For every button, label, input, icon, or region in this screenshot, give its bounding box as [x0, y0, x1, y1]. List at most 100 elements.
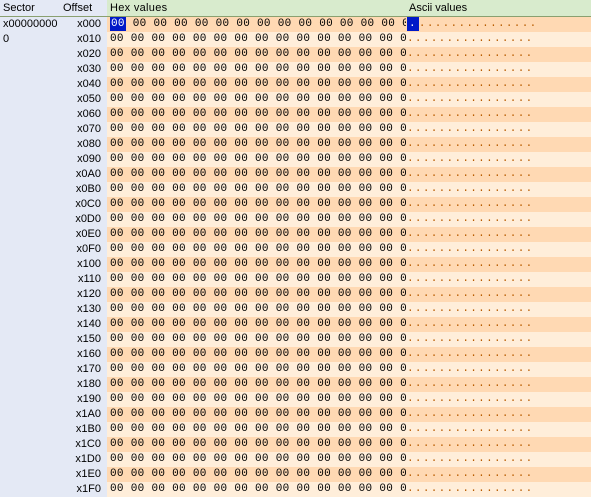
ascii-char[interactable]: .	[526, 258, 534, 270]
hex-byte[interactable]: 00	[131, 198, 145, 210]
ascii-char[interactable]: .	[415, 123, 423, 135]
hex-byte[interactable]: 00	[151, 378, 165, 390]
ascii-char[interactable]: .	[510, 123, 518, 135]
hex-byte[interactable]: 00	[338, 168, 352, 180]
hex-row[interactable]: x02000 00 00 00 00 00 00 00 00 00 00 00 …	[0, 47, 591, 62]
ascii-char[interactable]: .	[518, 438, 526, 450]
ascii-char[interactable]: .	[439, 33, 447, 45]
ascii-char[interactable]: .	[478, 108, 486, 120]
ascii-char[interactable]: .	[423, 288, 431, 300]
hex-cell[interactable]: 00 00 00 00 00 00 00 00 00 00 00 00 00 0…	[107, 62, 406, 77]
hex-byte[interactable]: 00	[359, 243, 373, 255]
hex-byte[interactable]: 00	[234, 33, 248, 45]
hex-byte[interactable]: 00	[338, 333, 352, 345]
hex-byte[interactable]: 00	[255, 453, 269, 465]
hex-byte[interactable]: 00	[255, 108, 269, 120]
hex-byte[interactable]: 00	[151, 363, 165, 375]
ascii-char[interactable]: .	[470, 213, 478, 225]
ascii-char[interactable]: .	[526, 168, 534, 180]
ascii-char[interactable]: .	[415, 138, 423, 150]
hex-byte[interactable]: 00	[338, 408, 352, 420]
ascii-char[interactable]: .	[478, 63, 486, 75]
ascii-char[interactable]: .	[470, 408, 478, 420]
ascii-cell[interactable]: ................	[406, 287, 591, 302]
hex-byte[interactable]: 00	[234, 483, 248, 495]
ascii-char[interactable]: .	[407, 48, 415, 60]
hex-byte[interactable]: 00	[379, 213, 393, 225]
hex-byte[interactable]: 00	[110, 273, 124, 285]
hex-byte[interactable]: 00	[276, 123, 290, 135]
ascii-char[interactable]: .	[502, 33, 510, 45]
hex-byte[interactable]: 00	[131, 93, 145, 105]
hex-cell[interactable]: 00 00 00 00 00 00 00 00 00 00 00 00 00 0…	[107, 347, 406, 362]
ascii-char[interactable]: .	[494, 468, 502, 480]
ascii-char[interactable]: .	[407, 378, 415, 390]
ascii-char[interactable]: .	[494, 198, 502, 210]
hex-byte[interactable]: 00	[255, 198, 269, 210]
hex-byte[interactable]: 00	[317, 78, 331, 90]
ascii-char[interactable]: .	[431, 363, 439, 375]
ascii-cell[interactable]: ................	[406, 452, 591, 467]
ascii-char[interactable]: .	[407, 33, 415, 45]
ascii-char[interactable]: .	[415, 423, 423, 435]
ascii-char[interactable]: .	[478, 438, 486, 450]
hex-byte[interactable]: 00	[379, 273, 393, 285]
hex-byte[interactable]: 00	[359, 483, 373, 495]
ascii-char[interactable]: .	[407, 17, 419, 31]
hex-byte[interactable]: 00	[131, 333, 145, 345]
hex-cell[interactable]: 00 00 00 00 00 00 00 00 00 00 00 00 00 0…	[107, 317, 406, 332]
hex-byte[interactable]: 00	[255, 363, 269, 375]
ascii-char[interactable]: .	[502, 123, 510, 135]
ascii-cell[interactable]: ................	[406, 167, 591, 182]
ascii-char[interactable]: .	[478, 258, 486, 270]
hex-byte[interactable]: 00	[214, 333, 228, 345]
ascii-char[interactable]: .	[470, 258, 478, 270]
ascii-char[interactable]: .	[431, 483, 439, 495]
ascii-char[interactable]: .	[407, 348, 415, 360]
hex-byte[interactable]: 00	[131, 228, 145, 240]
ascii-char[interactable]: .	[518, 108, 526, 120]
hex-byte[interactable]: 00	[317, 438, 331, 450]
hex-byte[interactable]: 00	[255, 63, 269, 75]
ascii-char[interactable]: .	[518, 48, 526, 60]
hex-byte[interactable]: 00	[151, 198, 165, 210]
hex-row[interactable]: x0A000 00 00 00 00 00 00 00 00 00 00 00 …	[0, 167, 591, 182]
hex-byte[interactable]: 00	[296, 78, 310, 90]
hex-byte[interactable]: 00	[276, 183, 290, 195]
hex-byte[interactable]: 00	[359, 288, 373, 300]
ascii-char[interactable]: .	[423, 108, 431, 120]
ascii-char[interactable]: .	[486, 393, 494, 405]
hex-byte[interactable]: 00	[276, 408, 290, 420]
ascii-char[interactable]: .	[494, 303, 502, 315]
hex-byte[interactable]: 00	[214, 183, 228, 195]
ascii-char[interactable]: .	[526, 48, 534, 60]
hex-byte[interactable]: 00	[255, 423, 269, 435]
hex-byte[interactable]: 00	[276, 333, 290, 345]
hex-byte[interactable]: 00	[338, 108, 352, 120]
hex-byte[interactable]: 00	[296, 48, 310, 60]
ascii-char[interactable]: .	[510, 33, 518, 45]
hex-byte[interactable]: 00	[193, 378, 207, 390]
hex-byte[interactable]: 00	[296, 183, 310, 195]
hex-byte[interactable]: 00	[276, 363, 290, 375]
hex-byte[interactable]: 00	[296, 213, 310, 225]
ascii-char[interactable]: .	[407, 483, 415, 495]
ascii-char[interactable]: .	[494, 108, 502, 120]
hex-byte[interactable]: 00	[110, 183, 124, 195]
hex-byte[interactable]: 00	[340, 18, 354, 30]
hex-byte[interactable]: 00	[317, 468, 331, 480]
hex-row[interactable]: x06000 00 00 00 00 00 00 00 00 00 00 00 …	[0, 107, 591, 122]
hex-byte[interactable]: 00	[296, 63, 310, 75]
hex-byte[interactable]: 00	[296, 393, 310, 405]
ascii-char[interactable]: .	[526, 213, 534, 225]
hex-byte[interactable]: 00	[276, 33, 290, 45]
hex-byte[interactable]: 00	[234, 78, 248, 90]
hex-cell[interactable]: 00 00 00 00 00 00 00 00 00 00 00 00 00 0…	[107, 92, 406, 107]
ascii-char[interactable]: .	[518, 258, 526, 270]
ascii-char[interactable]: .	[510, 483, 518, 495]
hex-byte[interactable]: 00	[234, 63, 248, 75]
hex-row[interactable]: x18000 00 00 00 00 00 00 00 00 00 00 00 …	[0, 377, 591, 392]
hex-byte[interactable]: 00	[296, 138, 310, 150]
hex-byte[interactable]: 00	[214, 288, 228, 300]
hex-byte[interactable]: 00	[338, 48, 352, 60]
